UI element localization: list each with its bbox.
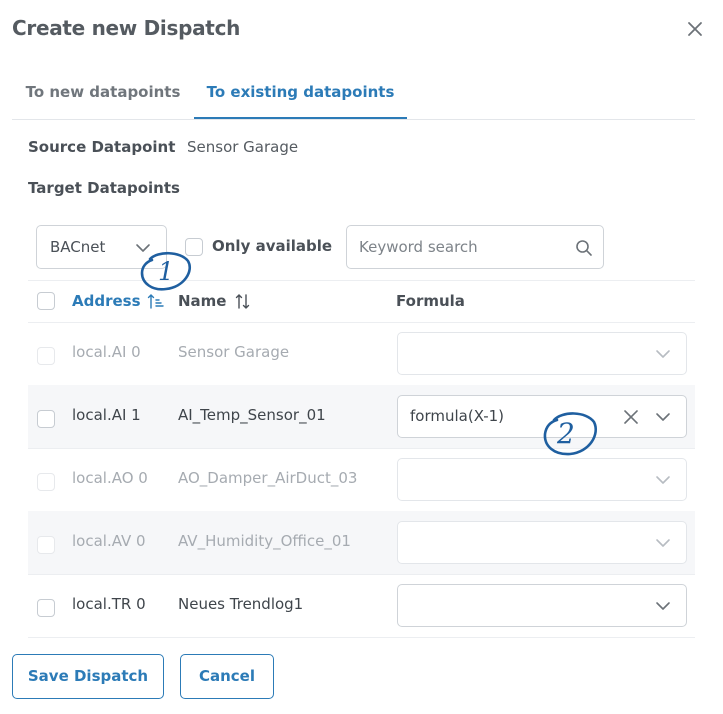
target-datapoints-label: Target Datapoints — [28, 179, 180, 197]
chevron-down-icon[interactable] — [655, 412, 671, 422]
tab-to-existing-datapoints[interactable]: To existing datapoints — [194, 70, 407, 119]
cancel-button[interactable]: Cancel — [180, 654, 274, 699]
row-checkbox — [37, 347, 55, 365]
formula-select — [397, 458, 687, 501]
formula-select-value: formula(X-1) — [410, 407, 505, 425]
row-name: AO_Damper_AirDuct_03 — [178, 469, 358, 487]
row-name: Sensor Garage — [178, 343, 290, 361]
column-header-address[interactable]: Address — [72, 292, 141, 310]
annotation-marker-1: 1 — [136, 249, 194, 295]
only-available-label[interactable]: Only available — [212, 237, 332, 255]
annotation-label-2: 2 — [557, 417, 575, 450]
keyword-search — [346, 225, 604, 269]
row-address: local.AI 0 — [72, 343, 141, 361]
row-address: local.AV 0 — [72, 532, 146, 550]
chevron-down-icon[interactable] — [655, 601, 671, 611]
sort-icon[interactable] — [234, 293, 252, 311]
chevron-down-icon — [656, 539, 670, 547]
dialog-title: Create new Dispatch — [12, 16, 241, 40]
close-icon[interactable] — [684, 18, 706, 40]
row-name: AV_Humidity_Office_01 — [178, 532, 351, 550]
row-name: Neues Trendlog1 — [178, 595, 304, 613]
annotation-marker-2: 2 — [540, 408, 600, 460]
chevron-down-icon — [656, 350, 670, 358]
table-header: Address Name Formula — [28, 280, 695, 323]
source-datapoint-value: Sensor Garage — [187, 138, 299, 156]
formula-select — [397, 332, 687, 375]
tab-bar: To new datapoints To existing datapoints — [12, 70, 695, 120]
annotation-label-1: 1 — [158, 257, 174, 286]
table-row: local.AI 0 Sensor Garage — [28, 322, 695, 386]
column-header-formula: Formula — [396, 292, 465, 310]
row-checkbox[interactable] — [37, 410, 55, 428]
table-row: local.TR 0 Neues Trendlog1 — [28, 574, 695, 638]
sort-ascending-icon[interactable] — [147, 293, 165, 311]
table-row: local.AV 0 AV_Humidity_Office_01 — [28, 511, 695, 575]
keyword-search-input[interactable] — [359, 237, 559, 257]
save-dispatch-button[interactable]: Save Dispatch — [12, 654, 164, 699]
row-address: local.AI 1 — [72, 406, 141, 424]
search-icon[interactable] — [575, 239, 593, 257]
protocol-select-value: BACnet — [50, 238, 106, 256]
row-name: AI_Temp_Sensor_01 — [178, 406, 326, 424]
formula-select[interactable] — [397, 584, 687, 627]
formula-select — [397, 521, 687, 564]
row-address: local.TR 0 — [72, 595, 146, 613]
row-checkbox — [37, 536, 55, 554]
source-datapoint-label: Source Datapoint — [28, 138, 176, 156]
select-all-checkbox[interactable] — [37, 292, 55, 310]
row-address: local.AO 0 — [72, 469, 148, 487]
chevron-down-icon — [656, 476, 670, 484]
clear-icon[interactable] — [623, 409, 639, 425]
row-checkbox[interactable] — [37, 599, 55, 617]
row-checkbox — [37, 473, 55, 491]
tab-to-new-datapoints[interactable]: To new datapoints — [12, 70, 194, 117]
